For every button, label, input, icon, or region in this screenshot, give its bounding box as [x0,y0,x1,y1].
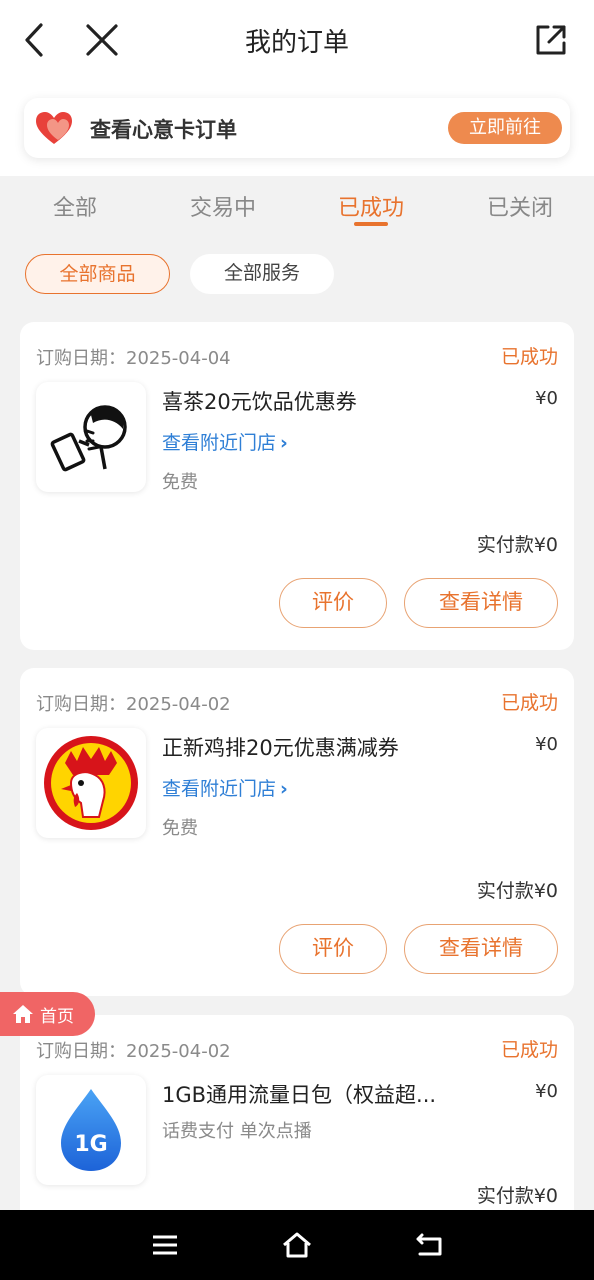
share-external-icon [536,25,566,55]
product-name[interactable]: 正新鸡排20元优惠满减券 [162,732,482,762]
page-title: 我的订单 [244,28,349,58]
product-note: 免费 [162,818,198,839]
product-image[interactable] [36,382,146,492]
menu-icon [153,1235,177,1255]
product-image[interactable] [36,728,146,838]
chicken-logo-icon [44,736,138,830]
order-date: 订购日期：2025-04-04 [36,348,231,369]
tab-closed[interactable]: 已关闭 [460,190,580,222]
floating-home-button[interactable]: 首页 [0,992,95,1036]
filter-all-products[interactable]: 全部商品 [25,254,170,294]
data-drop-icon: 1G [61,1089,121,1171]
nearby-stores-link[interactable]: 查看附近门店 › [162,428,288,455]
drop-badge-text: 1G [74,1132,107,1157]
product-image[interactable]: 1G [36,1075,146,1185]
product-note: 话费支付 单次点播 [162,1121,312,1142]
order-date: 订购日期：2025-04-02 [36,694,231,715]
share-button[interactable] [530,20,572,60]
floating-home-label: 首页 [40,1006,74,1027]
gift-card-banner[interactable]: 查看心意卡订单 立即前往 [24,98,570,158]
system-back-button[interactable] [411,1228,447,1262]
menu-button[interactable] [147,1228,183,1262]
active-tab-indicator [354,222,388,226]
store-link-label: 查看附近门店 [162,432,277,454]
system-nav-bar [0,1210,594,1280]
tab-completed[interactable]: 已成功 [311,190,431,222]
chevron-right-icon: › [280,778,288,800]
banner-section: 查看心意卡订单 立即前往 [0,82,594,176]
order-status: 已成功 [500,1039,558,1061]
system-home-button[interactable] [279,1228,315,1262]
product-name[interactable]: 1GB通用流量日包（权益超... [162,1079,482,1109]
view-details-button[interactable]: 查看详情 [404,578,558,628]
amount-paid: 实付款¥0 [476,534,558,556]
order-card: 订购日期：2025-04-04 已成功 喜茶20元饮品优惠券 ¥0 查看附近门店… [20,322,574,650]
back-arrow-icon [416,1233,442,1256]
product-note: 免费 [162,472,198,493]
product-price: ¥0 [535,1081,558,1102]
order-status: 已成功 [500,692,558,714]
order-tabs: 全部 交易中 已成功 已关闭 [0,176,594,238]
review-button[interactable]: 评价 [279,578,387,628]
top-bar: 我的订单 [0,0,594,82]
product-name[interactable]: 喜茶20元饮品优惠券 [162,386,482,416]
order-date: 订购日期：2025-04-02 [36,1041,231,1062]
nearby-stores-link[interactable]: 查看附近门店 › [162,774,288,801]
review-button[interactable]: 评价 [279,924,387,974]
heart-icon [36,112,72,144]
order-card: 订购日期：2025-04-02 已成功 正新鸡排20元优惠满减券 ¥0 查看附近… [20,668,574,996]
product-price: ¥0 [535,734,558,755]
amount-paid: 实付款¥0 [476,880,558,902]
tab-in-progress[interactable]: 交易中 [163,190,283,222]
order-card: 订购日期：2025-04-02 已成功 1G 1GB通用流量日包（权益超... … [20,1015,574,1210]
heytea-logo-icon [50,405,127,472]
home-outline-icon [283,1232,311,1258]
product-price: ¥0 [535,388,558,409]
home-icon [13,1005,33,1023]
order-status: 已成功 [500,346,558,368]
tab-all[interactable]: 全部 [15,190,135,222]
go-now-button[interactable]: 立即前往 [448,112,562,144]
view-details-button[interactable]: 查看详情 [404,924,558,974]
store-link-label: 查看附近门店 [162,778,277,800]
banner-text: 查看心意卡订单 [90,118,237,142]
filter-all-services[interactable]: 全部服务 [190,254,334,294]
chevron-right-icon: › [280,432,288,454]
amount-paid: 实付款¥0 [476,1185,558,1207]
